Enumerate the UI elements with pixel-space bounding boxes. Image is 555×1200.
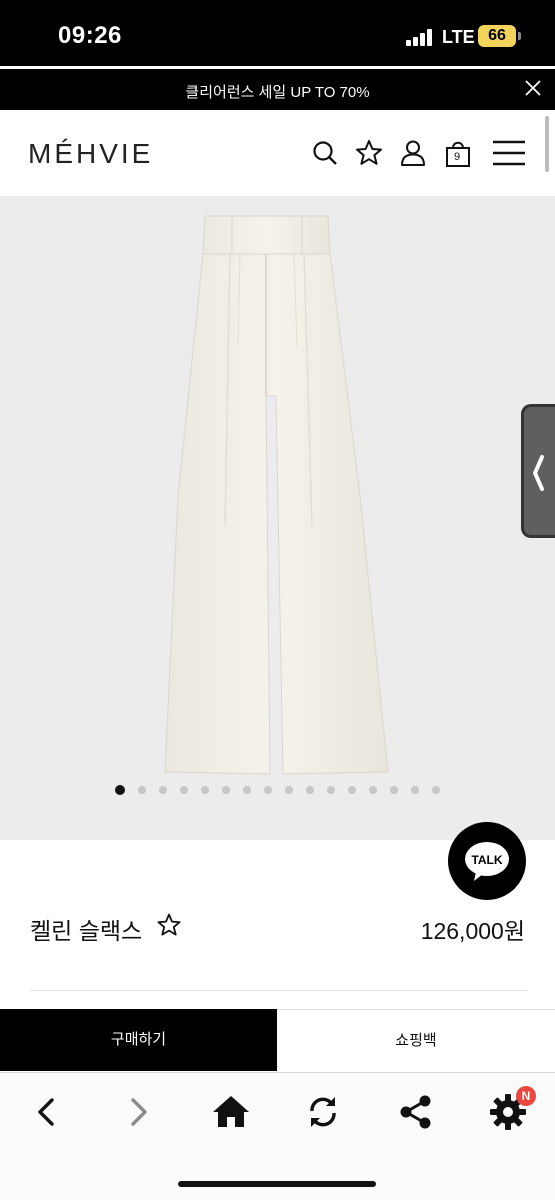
carousel-dot[interactable] [201,786,209,794]
site-header: MÉHVIE 9 [0,110,555,196]
search-icon[interactable] [310,138,340,168]
side-panel-tab[interactable] [521,404,555,538]
status-time: 09:26 [58,22,122,49]
carousel-dot[interactable] [180,786,188,794]
network-label: LTE [442,27,475,47]
divider [30,990,528,991]
carousel-dot[interactable] [390,786,398,794]
shopping-bag-icon[interactable]: 9 [443,138,473,168]
star-icon[interactable] [156,912,182,938]
carousel-dot[interactable] [369,786,377,794]
status-bar: 09:26 LTE 66 [0,0,555,66]
refresh-icon[interactable] [302,1091,344,1133]
carousel-dot[interactable] [138,786,146,794]
carousel-dots[interactable] [0,785,555,795]
carousel-dot[interactable] [327,786,335,794]
carousel-dot[interactable] [285,786,293,794]
brand-logo[interactable]: MÉHVIE [28,138,153,170]
chevron-left-icon [533,455,544,491]
carousel-dot[interactable] [243,786,251,794]
promo-text: 클리어런스 세일 UP TO 70% [185,84,370,101]
shopping-bag-button[interactable]: 쇼핑백 [277,1009,555,1071]
product-image [164,215,389,775]
promo-banner[interactable]: 클리어런스 세일 UP TO 70% [0,66,555,110]
carousel-dot[interactable] [306,786,314,794]
close-icon[interactable] [524,79,542,97]
back-icon[interactable] [26,1091,68,1133]
carousel-dot[interactable] [264,786,272,794]
talk-chat-button[interactable]: TALK [448,822,526,900]
product-image-carousel[interactable] [0,196,555,840]
battery-icon: 66 [478,25,516,47]
carousel-dot[interactable] [348,786,356,794]
hamburger-menu-icon[interactable] [492,138,526,168]
star-icon[interactable] [354,138,384,168]
buy-button[interactable]: 구매하기 [0,1009,277,1071]
battery-tip [518,32,521,40]
share-icon[interactable] [395,1091,437,1133]
notification-badge: N [516,1086,536,1106]
home-icon[interactable] [210,1091,252,1133]
user-icon[interactable] [398,138,428,168]
product-price: 126,000원 [420,918,525,944]
cart-count: 9 [454,151,461,163]
signal-icon [406,28,436,46]
carousel-dot[interactable] [411,786,419,794]
product-name: 켈린 슬랙스 [30,918,143,944]
carousel-dot[interactable] [115,785,125,795]
scroll-indicator [545,116,549,172]
home-indicator [178,1181,376,1187]
carousel-dot[interactable] [222,786,230,794]
talk-label: TALK [471,853,503,867]
carousel-dot[interactable] [432,786,440,794]
forward-icon[interactable] [117,1091,159,1133]
carousel-dot[interactable] [159,786,167,794]
